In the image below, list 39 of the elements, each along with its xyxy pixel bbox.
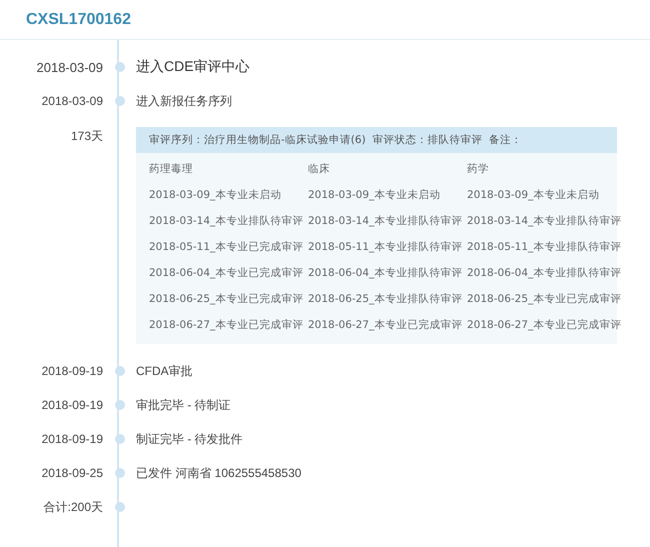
event-text: 已发件 河南省 1062555458530 [136, 464, 302, 482]
event-text: 制证完毕 - 待发批件 [136, 430, 244, 448]
table-cell-text: 2018-05-11_本专业已完成审评 [149, 240, 304, 255]
column-header: 药理毒理 [149, 162, 194, 177]
date-label: 2018-09-25 [40, 466, 103, 480]
date-label: 2018-09-19 [40, 398, 103, 412]
total-label: 合计:200天 [42, 498, 103, 516]
table-cell-text: 2018-03-09_本专业未启动 [308, 188, 442, 203]
timeline-dot [115, 468, 125, 478]
timeline-dot [115, 434, 125, 444]
date-label: 2018-09-19 [40, 432, 103, 446]
table-cell-text: 2018-06-27_本专业已完成审评 [308, 318, 464, 333]
duration-label: 173天 [70, 128, 103, 145]
column-header: 药学 [467, 162, 490, 177]
timeline-dot [115, 62, 125, 72]
table-cell-text: 2018-06-25_本专业已完成审评 [149, 292, 304, 307]
table-cell-text: 2018-03-09_本专业未启动 [149, 188, 282, 203]
review-summary: 审评序列：治疗用生物制品-临床试验申请(6) 审评状态：排队待审评 备注： [136, 127, 617, 153]
table-cell-text: 2018-06-27_本专业已完成审评 [149, 318, 304, 333]
table-cell-text: 2018-06-04_本专业已完成审评 [149, 266, 304, 281]
event-text: 审批完毕 - 待制证 [136, 396, 232, 414]
event-text: 进入CDE审评中心 [136, 58, 251, 76]
column-header: 临床 [308, 162, 331, 177]
timeline-dot [115, 400, 125, 410]
date-label: 2018-09-19 [40, 364, 103, 378]
table-cell-text: 2018-05-11_本专业排队待审评 [308, 240, 464, 255]
date-label: 2018-03-09 [40, 94, 103, 108]
date-label: 2018-03-09 [36, 60, 103, 74]
table-cell-text: 2018-06-25_本专业排队待审评 [308, 292, 464, 307]
case-number-title: CXSL1700162 [26, 10, 131, 28]
timeline-dot [115, 502, 125, 512]
table-cell-text: 2018-03-09_本专业未启动 [467, 188, 600, 203]
event-text: CFDA审批 [136, 362, 194, 380]
timeline-dot [115, 366, 125, 376]
event-text: 进入新报任务序列 [136, 92, 233, 110]
timeline-dot [115, 96, 125, 106]
table-cell-text: 2018-06-04_本专业排队待审评 [308, 266, 464, 281]
table-cell-text: 2018-03-14_本专业排队待审评 [149, 214, 304, 229]
table-cell-text: 2018-03-14_本专业排队待审评 [308, 214, 464, 229]
